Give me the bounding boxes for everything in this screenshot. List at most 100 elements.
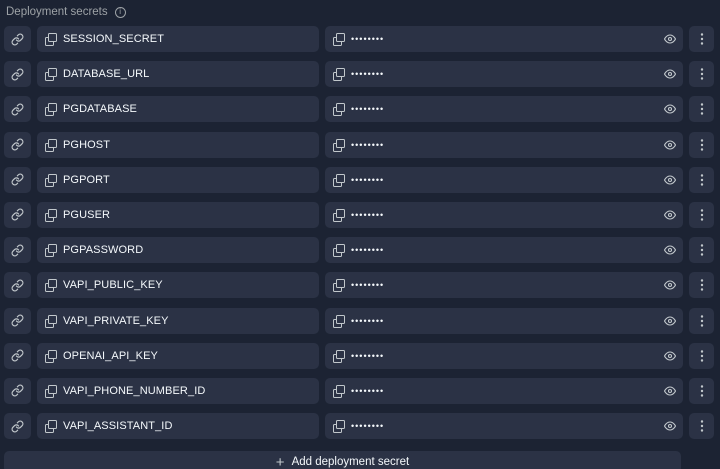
secret-value-field[interactable]: ••••••••	[325, 61, 683, 88]
secret-key-field[interactable]: PGDATABASE	[37, 96, 319, 123]
link-button[interactable]	[4, 131, 31, 158]
link-button[interactable]	[4, 26, 31, 52]
copy-icon[interactable]	[333, 138, 345, 152]
copy-icon[interactable]	[45, 279, 57, 293]
secret-value-field[interactable]: ••••••••	[325, 342, 683, 369]
link-button[interactable]	[4, 377, 31, 404]
copy-icon[interactable]	[45, 208, 57, 222]
secret-key-field[interactable]: VAPI_PUBLIC_KEY	[37, 272, 319, 299]
eye-icon[interactable]	[664, 140, 676, 150]
more-vertical-icon	[700, 385, 704, 397]
link-button[interactable]	[4, 96, 31, 123]
secret-value-field[interactable]: ••••••••	[325, 272, 683, 299]
copy-icon[interactable]	[333, 103, 345, 117]
secret-value-field[interactable]: ••••••••	[325, 166, 683, 193]
secret-value-field[interactable]: ••••••••	[325, 201, 683, 228]
link-button[interactable]	[4, 272, 31, 299]
eye-icon[interactable]	[664, 245, 676, 255]
more-options-button[interactable]	[689, 131, 714, 158]
secret-key-field[interactable]: VAPI_PHONE_NUMBER_ID	[37, 377, 319, 404]
copy-icon[interactable]	[45, 68, 57, 82]
add-deployment-secret-button[interactable]: + Add deployment secret	[4, 451, 681, 469]
secret-value-field[interactable]: ••••••••	[325, 96, 683, 123]
more-vertical-icon	[700, 244, 704, 256]
more-options-button[interactable]	[689, 377, 714, 404]
copy-icon[interactable]	[333, 420, 345, 434]
copy-icon[interactable]	[45, 314, 57, 328]
copy-icon[interactable]	[45, 420, 57, 434]
more-options-button[interactable]	[689, 166, 714, 193]
secret-value-text: ••••••••	[351, 104, 385, 115]
link-icon	[11, 138, 24, 151]
secret-value-field[interactable]: ••••••••	[325, 237, 683, 264]
eye-icon[interactable]	[664, 175, 676, 185]
more-options-button[interactable]	[689, 26, 714, 52]
copy-icon[interactable]	[45, 103, 57, 117]
secret-key-field[interactable]: PGPORT	[37, 166, 319, 193]
link-button[interactable]	[4, 413, 31, 440]
copy-icon[interactable]	[45, 33, 57, 46]
secret-key-field[interactable]: VAPI_PRIVATE_KEY	[37, 307, 319, 334]
copy-icon[interactable]	[45, 384, 57, 398]
eye-icon[interactable]	[664, 421, 676, 431]
secret-key-field[interactable]: PGPASSWORD	[37, 237, 319, 264]
secret-key-field[interactable]: VAPI_ASSISTANT_ID	[37, 413, 319, 440]
secret-value-field[interactable]: ••••••••	[325, 26, 683, 52]
secret-key-text: PGPASSWORD	[63, 244, 144, 257]
more-options-button[interactable]	[689, 61, 714, 88]
eye-icon[interactable]	[664, 104, 676, 114]
link-button[interactable]	[4, 166, 31, 193]
copy-icon[interactable]	[333, 384, 345, 398]
secret-value-field[interactable]: ••••••••	[325, 413, 683, 440]
link-button[interactable]	[4, 201, 31, 228]
link-button[interactable]	[4, 342, 31, 369]
copy-icon[interactable]	[45, 244, 57, 258]
secret-key-field[interactable]: PGHOST	[37, 131, 319, 158]
secrets-list: SESSION_SECRET •••••••• DATABASE_URL •••…	[4, 26, 716, 448]
more-options-button[interactable]	[689, 96, 714, 123]
secret-value-text: ••••••••	[351, 280, 385, 291]
secret-value-field[interactable]: ••••••••	[325, 377, 683, 404]
secret-value-field[interactable]: ••••••••	[325, 307, 683, 334]
more-options-button[interactable]	[689, 237, 714, 264]
more-options-button[interactable]	[689, 201, 714, 228]
copy-icon[interactable]	[333, 314, 345, 328]
eye-icon[interactable]	[664, 315, 676, 326]
secret-row: PGDATABASE ••••••••	[4, 96, 716, 123]
more-options-button[interactable]	[689, 342, 714, 369]
secret-key-field[interactable]: SESSION_SECRET	[37, 26, 319, 52]
more-options-button[interactable]	[689, 272, 714, 299]
more-vertical-icon	[700, 420, 704, 432]
eye-icon[interactable]	[664, 280, 676, 290]
copy-icon[interactable]	[333, 33, 345, 46]
secret-key-field[interactable]: OPENAI_API_KEY	[37, 342, 319, 369]
copy-icon[interactable]	[333, 68, 345, 82]
more-options-button[interactable]	[689, 307, 714, 334]
secret-row: PGUSER ••••••••	[4, 201, 716, 228]
link-button[interactable]	[4, 61, 31, 88]
secret-value-text: ••••••••	[351, 245, 385, 256]
copy-icon[interactable]	[333, 244, 345, 258]
link-button[interactable]	[4, 307, 31, 334]
eye-icon[interactable]	[664, 34, 676, 44]
copy-icon[interactable]	[333, 279, 345, 293]
eye-icon[interactable]	[664, 69, 676, 79]
link-icon	[11, 244, 24, 257]
eye-icon[interactable]	[664, 386, 676, 396]
copy-icon[interactable]	[45, 349, 57, 363]
secret-value-field[interactable]: ••••••••	[325, 131, 683, 158]
link-button[interactable]	[4, 237, 31, 264]
copy-icon[interactable]	[45, 138, 57, 152]
copy-icon[interactable]	[333, 208, 345, 222]
eye-icon[interactable]	[664, 351, 676, 361]
info-icon[interactable]: i	[114, 6, 126, 18]
eye-icon[interactable]	[664, 210, 676, 220]
more-options-button[interactable]	[689, 413, 714, 440]
secret-key-field[interactable]: DATABASE_URL	[37, 61, 319, 88]
secret-value-text: ••••••••	[351, 350, 385, 361]
copy-icon[interactable]	[333, 349, 345, 363]
copy-icon[interactable]	[45, 173, 57, 187]
copy-icon[interactable]	[333, 173, 345, 187]
secret-key-field[interactable]: PGUSER	[37, 201, 319, 228]
secret-key-text: DATABASE_URL	[63, 68, 150, 81]
